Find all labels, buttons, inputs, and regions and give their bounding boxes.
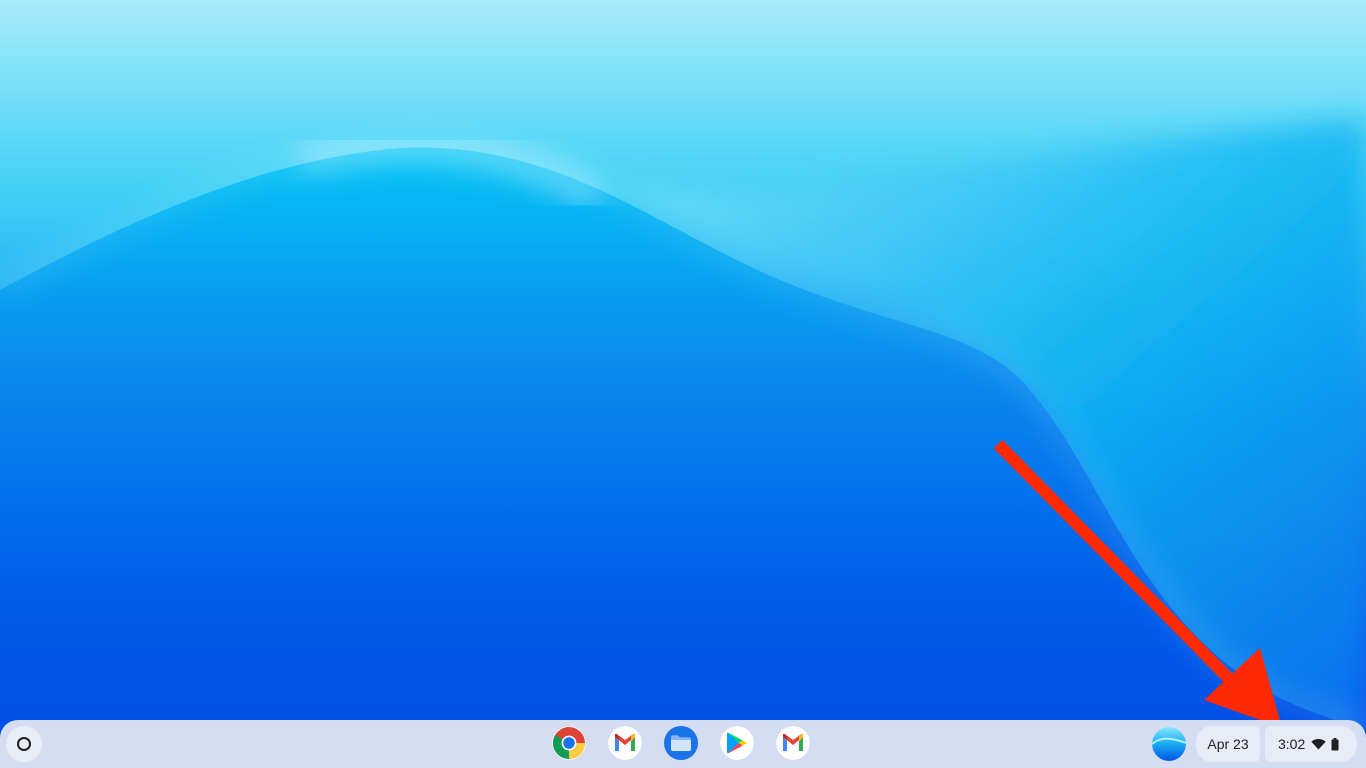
status-area-button[interactable]: 3:02 xyxy=(1265,726,1357,762)
pinned-apps xyxy=(552,726,810,760)
play-store-app-button[interactable] xyxy=(720,726,754,760)
battery-icon xyxy=(1331,737,1339,750)
files-app-button[interactable] xyxy=(664,726,698,760)
gmail-icon xyxy=(783,733,803,751)
gmail-app-button[interactable] xyxy=(776,726,810,760)
account-avatar-button[interactable] xyxy=(1152,727,1186,761)
wallpaper xyxy=(0,0,1366,768)
shelf: Apr 23 3:02 xyxy=(0,720,1366,768)
chrome-icon xyxy=(552,727,586,760)
play-store-icon xyxy=(727,732,747,754)
launcher-button[interactable] xyxy=(6,726,42,762)
launcher-circle-icon xyxy=(17,737,31,751)
desktop: Apr 23 3:02 xyxy=(0,0,1366,768)
gmail-icon xyxy=(615,733,635,751)
clock-time: 3:02 xyxy=(1278,736,1306,752)
date-label: Apr 23 xyxy=(1207,736,1249,752)
account-avatar-icon xyxy=(1152,727,1186,761)
chrome-app-button[interactable] xyxy=(552,726,586,760)
files-icon xyxy=(671,735,691,751)
date-tray-button[interactable]: Apr 23 xyxy=(1196,726,1260,762)
wifi-icon xyxy=(1311,738,1326,750)
gmail-app-button[interactable] xyxy=(608,726,642,760)
